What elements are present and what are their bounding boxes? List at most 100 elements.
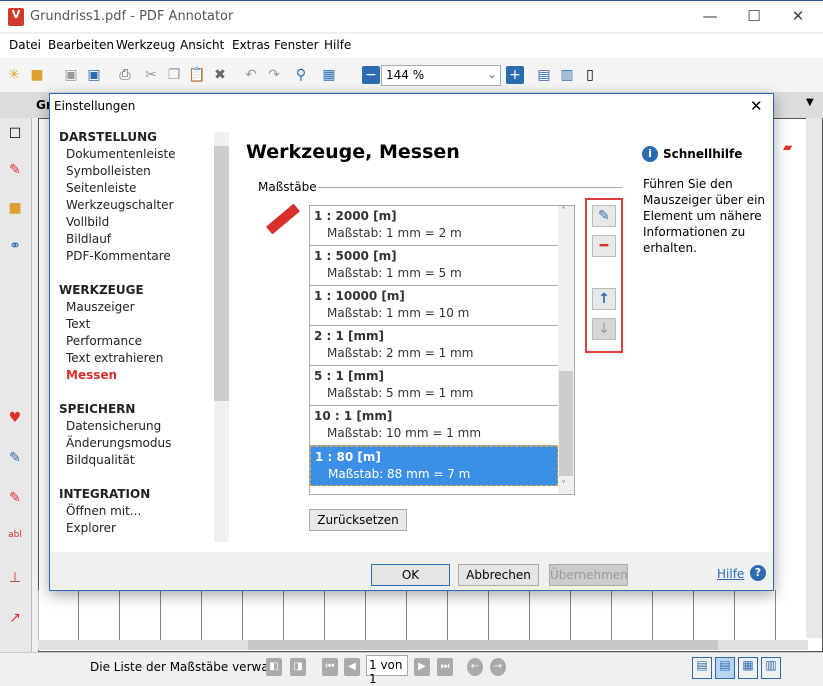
list-item[interactable]: 2 : 1 [mm] Maßstab: 2 mm = 1 mm: [310, 326, 558, 366]
scroll-thumb[interactable]: [214, 146, 229, 401]
menu-ansicht[interactable]: Ansicht: [180, 38, 224, 52]
two-page-view-icon[interactable]: ▦: [738, 657, 758, 679]
cancel-button[interactable]: Abbrechen: [458, 564, 539, 586]
nav-item[interactable]: Text: [66, 317, 90, 331]
move-down-arrow-icon[interactable]: ↓: [592, 318, 616, 340]
nav-item[interactable]: Datensicherung: [66, 419, 161, 433]
nav-item[interactable]: Öffnen mit...: [66, 504, 141, 518]
full-screen-icon[interactable]: ▯: [581, 66, 599, 84]
remove-minus-icon[interactable]: ━: [592, 235, 616, 257]
nav-item[interactable]: Dokumentenleiste: [66, 147, 176, 161]
fit-page-icon[interactable]: ▤: [535, 66, 553, 84]
horizontal-scrollbar[interactable]: [38, 640, 808, 650]
copy-icon[interactable]: ❐: [165, 66, 183, 84]
apply-button[interactable]: Übernehmen: [549, 564, 628, 586]
open-folder-icon[interactable]: ■: [28, 66, 46, 84]
textbox-icon[interactable]: abl: [6, 530, 24, 548]
nav-item[interactable]: PDF-Kommentare: [66, 249, 171, 263]
two-page-continuous-icon[interactable]: ▥: [761, 657, 781, 679]
vertical-scrollbar[interactable]: [806, 118, 822, 638]
move-up-arrow-icon[interactable]: ↑: [592, 288, 616, 310]
undo-icon[interactable]: ↶: [242, 66, 260, 84]
note-tool-icon[interactable]: ■: [6, 200, 24, 218]
nav-item[interactable]: Performance: [66, 334, 142, 348]
nav-item[interactable]: Werkzeugschalter: [66, 198, 174, 212]
select-tool-icon[interactable]: ☐: [6, 126, 24, 144]
highlighter-icon[interactable]: ✎: [6, 490, 24, 508]
paste-icon[interactable]: 📋: [188, 66, 206, 84]
back-icon[interactable]: ←: [467, 658, 483, 676]
nav-item[interactable]: Bildlauf: [66, 232, 111, 246]
attachment-icon[interactable]: ⚭: [6, 238, 24, 256]
nav-item[interactable]: Vollbild: [66, 215, 109, 229]
nav-item-selected[interactable]: Messen: [66, 368, 117, 382]
continuous-view-icon[interactable]: ▤: [715, 657, 735, 679]
list-item[interactable]: 1 : 10000 [m] Maßstab: 1 mm = 10 m: [310, 286, 558, 326]
page-number-field[interactable]: 1 von 1: [366, 655, 408, 686]
nav-item[interactable]: Symbolleisten: [66, 164, 151, 178]
list-item[interactable]: 1 : 2000 [m] Maßstab: 1 mm = 2 m: [310, 206, 558, 246]
menu-fenster[interactable]: Fenster: [274, 38, 319, 52]
cut-icon[interactable]: ✂: [142, 66, 160, 84]
scroll-thumb[interactable]: [248, 640, 718, 650]
menu-hilfe[interactable]: Hilfe: [324, 38, 351, 52]
zoom-out-icon[interactable]: −: [362, 66, 380, 84]
edit-pencil-icon[interactable]: ✎: [592, 205, 616, 227]
dialog-close-button[interactable]: ✕: [750, 97, 763, 115]
menu-bearbeiten[interactable]: Bearbeiten: [48, 38, 114, 52]
maximize-button[interactable]: ☐: [744, 7, 764, 27]
single-page-view-icon[interactable]: ▤: [692, 657, 712, 679]
nav-item[interactable]: Seitenleiste: [66, 181, 136, 195]
save-icon[interactable]: ▣: [62, 66, 80, 84]
save-as-icon[interactable]: ▣: [85, 66, 103, 84]
nav-item[interactable]: Änderungsmodus: [66, 436, 171, 450]
scroll-thumb[interactable]: [559, 371, 573, 476]
next-page-button[interactable]: ▶: [414, 658, 430, 676]
first-page-button[interactable]: ⏮: [322, 658, 338, 676]
last-page-button[interactable]: ⏭: [437, 658, 453, 676]
redo-icon[interactable]: ↷: [265, 66, 283, 84]
favorites-icon[interactable]: ♥: [6, 410, 24, 428]
new-icon[interactable]: ✳: [5, 66, 23, 84]
nav-item[interactable]: Text extrahieren: [66, 351, 163, 365]
nav-scrollbar[interactable]: [214, 132, 229, 542]
list-item-selected[interactable]: 1 : 80 [m] Maßstab: 88 mm = 7 m: [310, 446, 558, 486]
zoom-select[interactable]: 144 % ⌄: [381, 65, 501, 86]
tab-list-dropdown[interactable]: ▼: [806, 97, 814, 108]
scale-list[interactable]: 1 : 2000 [m] Maßstab: 1 mm = 2 m 1 : 5000…: [309, 205, 575, 495]
menu-extras[interactable]: Extras: [232, 38, 270, 52]
chevron-down-icon: ⌄: [486, 67, 497, 81]
minimize-button[interactable]: —: [700, 7, 720, 27]
ok-button[interactable]: OK: [371, 564, 450, 586]
pen-tool-icon[interactable]: ✎: [6, 162, 24, 180]
close-button[interactable]: ✕: [788, 7, 808, 27]
help-link[interactable]: Hilfe: [717, 567, 744, 581]
scroll-up-icon[interactable]: ˄: [561, 206, 566, 217]
scroll-down-icon[interactable]: ˅: [561, 480, 566, 491]
menu-werkzeug[interactable]: Werkzeug: [116, 38, 175, 52]
prev-page-button[interactable]: ◀: [344, 658, 360, 676]
grid-icon[interactable]: ▦: [320, 66, 338, 84]
list-item[interactable]: 10 : 1 [mm] Maßstab: 10 mm = 1 mm: [310, 406, 558, 446]
find-icon[interactable]: ⚲: [292, 66, 310, 84]
delete-icon[interactable]: ✖: [211, 66, 229, 84]
nav-item[interactable]: Bildqualität: [66, 453, 135, 467]
marker-icon[interactable]: ✎: [6, 450, 24, 468]
arrow-icon[interactable]: ↗: [6, 610, 24, 628]
stamp-icon[interactable]: ⊥: [6, 570, 24, 588]
next-document-icon[interactable]: ◨: [290, 658, 306, 676]
nav-item[interactable]: Mauszeiger: [66, 300, 135, 314]
forward-icon[interactable]: →: [490, 658, 506, 676]
prev-document-icon[interactable]: ◧: [266, 658, 282, 676]
print-icon[interactable]: ⎙: [116, 66, 134, 84]
help-question-icon[interactable]: ?: [750, 565, 766, 581]
zoom-in-icon[interactable]: +: [506, 66, 524, 84]
scale-desc: Maßstab: 1 mm = 10 m: [327, 306, 470, 320]
list-scrollbar[interactable]: ˄ ˅: [558, 206, 574, 494]
nav-item[interactable]: Explorer: [66, 521, 116, 535]
menu-datei[interactable]: Datei: [9, 38, 41, 52]
fit-width-icon[interactable]: ▥: [558, 66, 576, 84]
reset-button[interactable]: Zurücksetzen: [309, 509, 407, 531]
list-item[interactable]: 1 : 5000 [m] Maßstab: 1 mm = 5 m: [310, 246, 558, 286]
list-item[interactable]: 5 : 1 [mm] Maßstab: 5 mm = 1 mm: [310, 366, 558, 406]
